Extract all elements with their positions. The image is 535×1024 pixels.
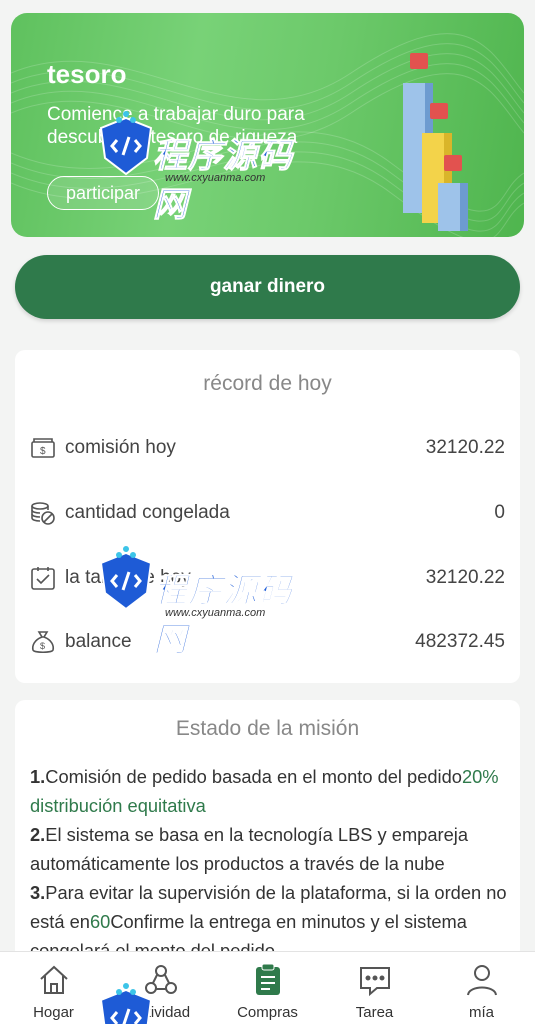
nav-label: Tarea <box>355 1004 394 1021</box>
chat-icon <box>359 967 390 997</box>
mission-status-card: Estado de la misión 1.Comisión de pedido… <box>15 700 520 961</box>
nav-label: Hogar <box>33 1004 74 1021</box>
svg-text:$: $ <box>40 641 45 651</box>
record-value: 482372.45 <box>415 631 505 652</box>
promo-banner[interactable]: tesoro Comience a trabajar duro para des… <box>11 13 524 237</box>
record-value: 32120.22 <box>425 567 505 588</box>
earn-money-button[interactable]: ganar dinero <box>15 255 520 319</box>
record-row-commission: $ comisión hoy 32120.22 <box>15 428 520 468</box>
mission-title: Estado de la misión <box>175 717 360 740</box>
record-label: comisión hoy <box>65 437 176 458</box>
record-title: récord de hoy <box>203 372 332 395</box>
participate-button[interactable]: participar <box>47 176 159 210</box>
nav-label: Compras <box>237 1004 298 1021</box>
nav-item-home[interactable]: Hogar <box>0 952 107 1024</box>
record-label: balance <box>65 631 132 652</box>
nav-label: mía <box>468 1004 494 1021</box>
nav-item-mine[interactable]: mía <box>428 952 535 1024</box>
orders-icon <box>255 963 280 995</box>
cash-icon: $ <box>31 438 55 458</box>
today-record-card: récord de hoy $ comisión hoy 32120.22 ca… <box>15 350 520 683</box>
record-row-frozen: cantidad congelada 0 <box>15 493 520 533</box>
coins-frozen-icon <box>31 502 55 525</box>
checklist-icon <box>31 567 55 590</box>
record-row-task: la tarea de hoy 32120.22 <box>15 558 520 598</box>
activity-icon <box>144 965 177 994</box>
record-label: cantidad congelada <box>65 502 230 523</box>
record-value: 0 <box>494 502 505 523</box>
mission-item: 1.Comisión de pedido basada en el monto … <box>30 766 499 816</box>
banner-subtitle: Comience a trabajar duro para descubrir … <box>47 104 305 148</box>
record-label: la tarea de hoy <box>65 567 191 588</box>
record-row-balance: $ balance 482372.45 <box>15 622 520 662</box>
nav-item-orders[interactable]: Compras <box>214 952 321 1024</box>
bottom-nav: Hogar actividad Compras Tarea mía <box>0 951 535 1024</box>
banner-title: tesoro <box>47 59 127 89</box>
record-value: 32120.22 <box>425 437 505 458</box>
bar-chart-illustration <box>403 53 468 231</box>
mission-item: 2.El sistema se basa en la tecnología LB… <box>30 824 468 874</box>
nav-item-task[interactable]: Tarea <box>321 952 428 1024</box>
nav-item-activity[interactable]: actividad <box>107 952 214 1024</box>
user-icon <box>466 965 497 996</box>
svg-text:$: $ <box>40 446 46 457</box>
home-icon <box>39 965 68 994</box>
nav-label: actividad <box>130 1004 191 1021</box>
money-bag-icon: $ <box>31 631 55 654</box>
mission-text: 1.Comisión de pedido basada en el monto … <box>30 762 510 965</box>
